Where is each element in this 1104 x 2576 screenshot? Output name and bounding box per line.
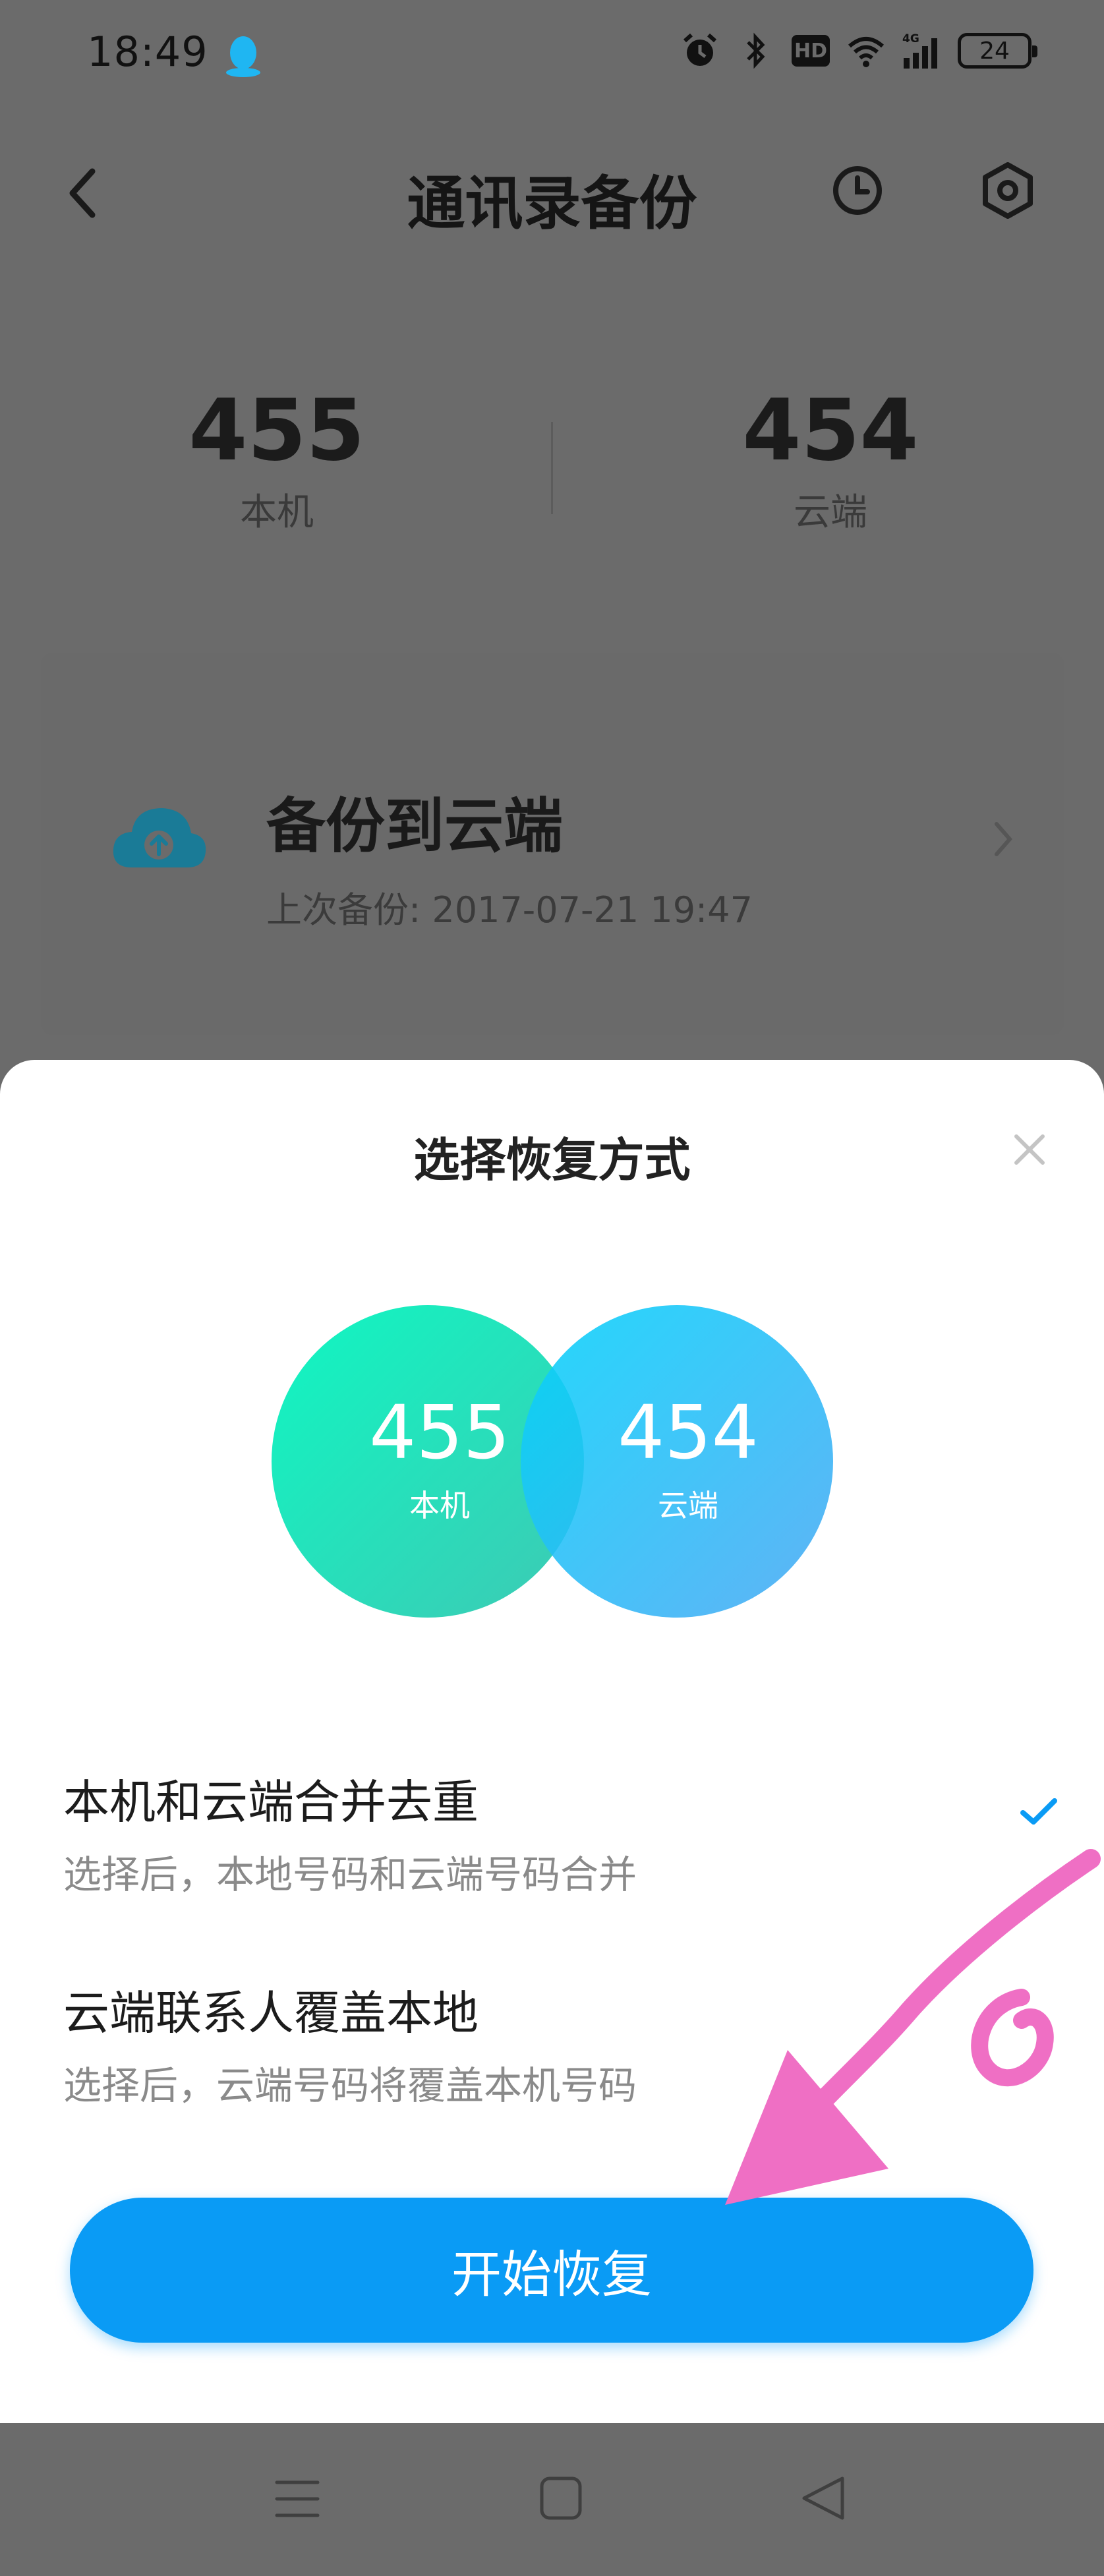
local-count-value: 455	[189, 382, 365, 480]
last-backup-time: 上次备份: 2017-07-21 19:47	[266, 889, 753, 931]
alarm-icon	[683, 33, 717, 66]
menu-icon[interactable]	[274, 2477, 320, 2521]
venn-local-label: 本机	[409, 1488, 470, 1523]
cloud-upload-icon	[113, 808, 206, 867]
status-icons: HD 4G 24	[681, 32, 1037, 70]
svg-text:4G: 4G	[902, 32, 919, 45]
status-time: 18:49	[87, 28, 208, 76]
home-icon[interactable]	[538, 2474, 584, 2522]
backup-to-cloud-card[interactable]: 备份到云端 上次备份: 2017-07-21 19:47	[41, 653, 1064, 1035]
count-divider	[551, 422, 553, 514]
venn-cloud-value: 454	[618, 1390, 759, 1476]
local-count: 455 本机	[79, 389, 475, 536]
settings-icon[interactable]	[978, 161, 1037, 220]
chevron-right-icon	[995, 822, 1012, 856]
close-icon[interactable]	[1011, 1131, 1048, 1168]
venn-diagram: 455 本机 454 云端	[272, 1305, 833, 1618]
venn-local-value: 455	[369, 1390, 510, 1476]
venn-local: 455 本机	[341, 1396, 538, 1525]
option-title: 本机和云端合并去重	[63, 1775, 479, 1829]
navigation-bar	[0, 2423, 1104, 2576]
venn-cloud: 454 云端	[589, 1396, 787, 1525]
status-bar: 18:49 HD 4G 24	[0, 0, 1104, 112]
bluetooth-icon	[747, 32, 765, 69]
sheet-title: 选择恢复方式	[413, 1133, 691, 1187]
nav-back-icon[interactable]	[799, 2473, 848, 2523]
hd-icon: HD	[792, 35, 830, 67]
page-title: 通讯录备份	[407, 169, 697, 237]
signal-4g-icon: 4G	[902, 32, 937, 69]
qq-icon	[226, 36, 260, 77]
battery-icon: 24	[958, 33, 1037, 69]
option-title: 云端联系人覆盖本地	[63, 1986, 479, 2040]
option-description: 选择后，本地号码和云端号码合并	[63, 1852, 637, 1897]
check-icon	[1020, 1798, 1057, 1825]
cloud-count: 454 云端	[633, 389, 1028, 536]
wifi-icon	[848, 37, 884, 67]
option-description: 选择后，云端号码将覆盖本机号码	[63, 2063, 637, 2108]
local-count-label: 本机	[240, 491, 314, 534]
history-icon[interactable]	[829, 162, 886, 219]
option-cloud-overwrite[interactable]: 云端联系人覆盖本地 选择后，云端号码将覆盖本机号码	[63, 1976, 1039, 2110]
backup-title: 备份到云端	[266, 792, 563, 861]
cloud-count-label: 云端	[794, 491, 867, 534]
screen: 18:49 HD 4G 24 通讯录备份 455 本机 454 云端 备份到云端…	[0, 0, 1104, 2576]
restore-mode-sheet: 选择恢复方式 455 本机 454 云端 本机和云端合并去重 选择后，本地号码和…	[0, 1060, 1104, 2423]
start-restore-button[interactable]: 开始恢复	[70, 2198, 1033, 2343]
cloud-count-value: 454	[742, 382, 919, 480]
venn-cloud-label: 云端	[658, 1488, 718, 1523]
header: 通讯录备份	[0, 132, 1104, 257]
option-merge-dedupe[interactable]: 本机和云端合并去重 选择后，本地号码和云端号码合并	[63, 1765, 1039, 1899]
